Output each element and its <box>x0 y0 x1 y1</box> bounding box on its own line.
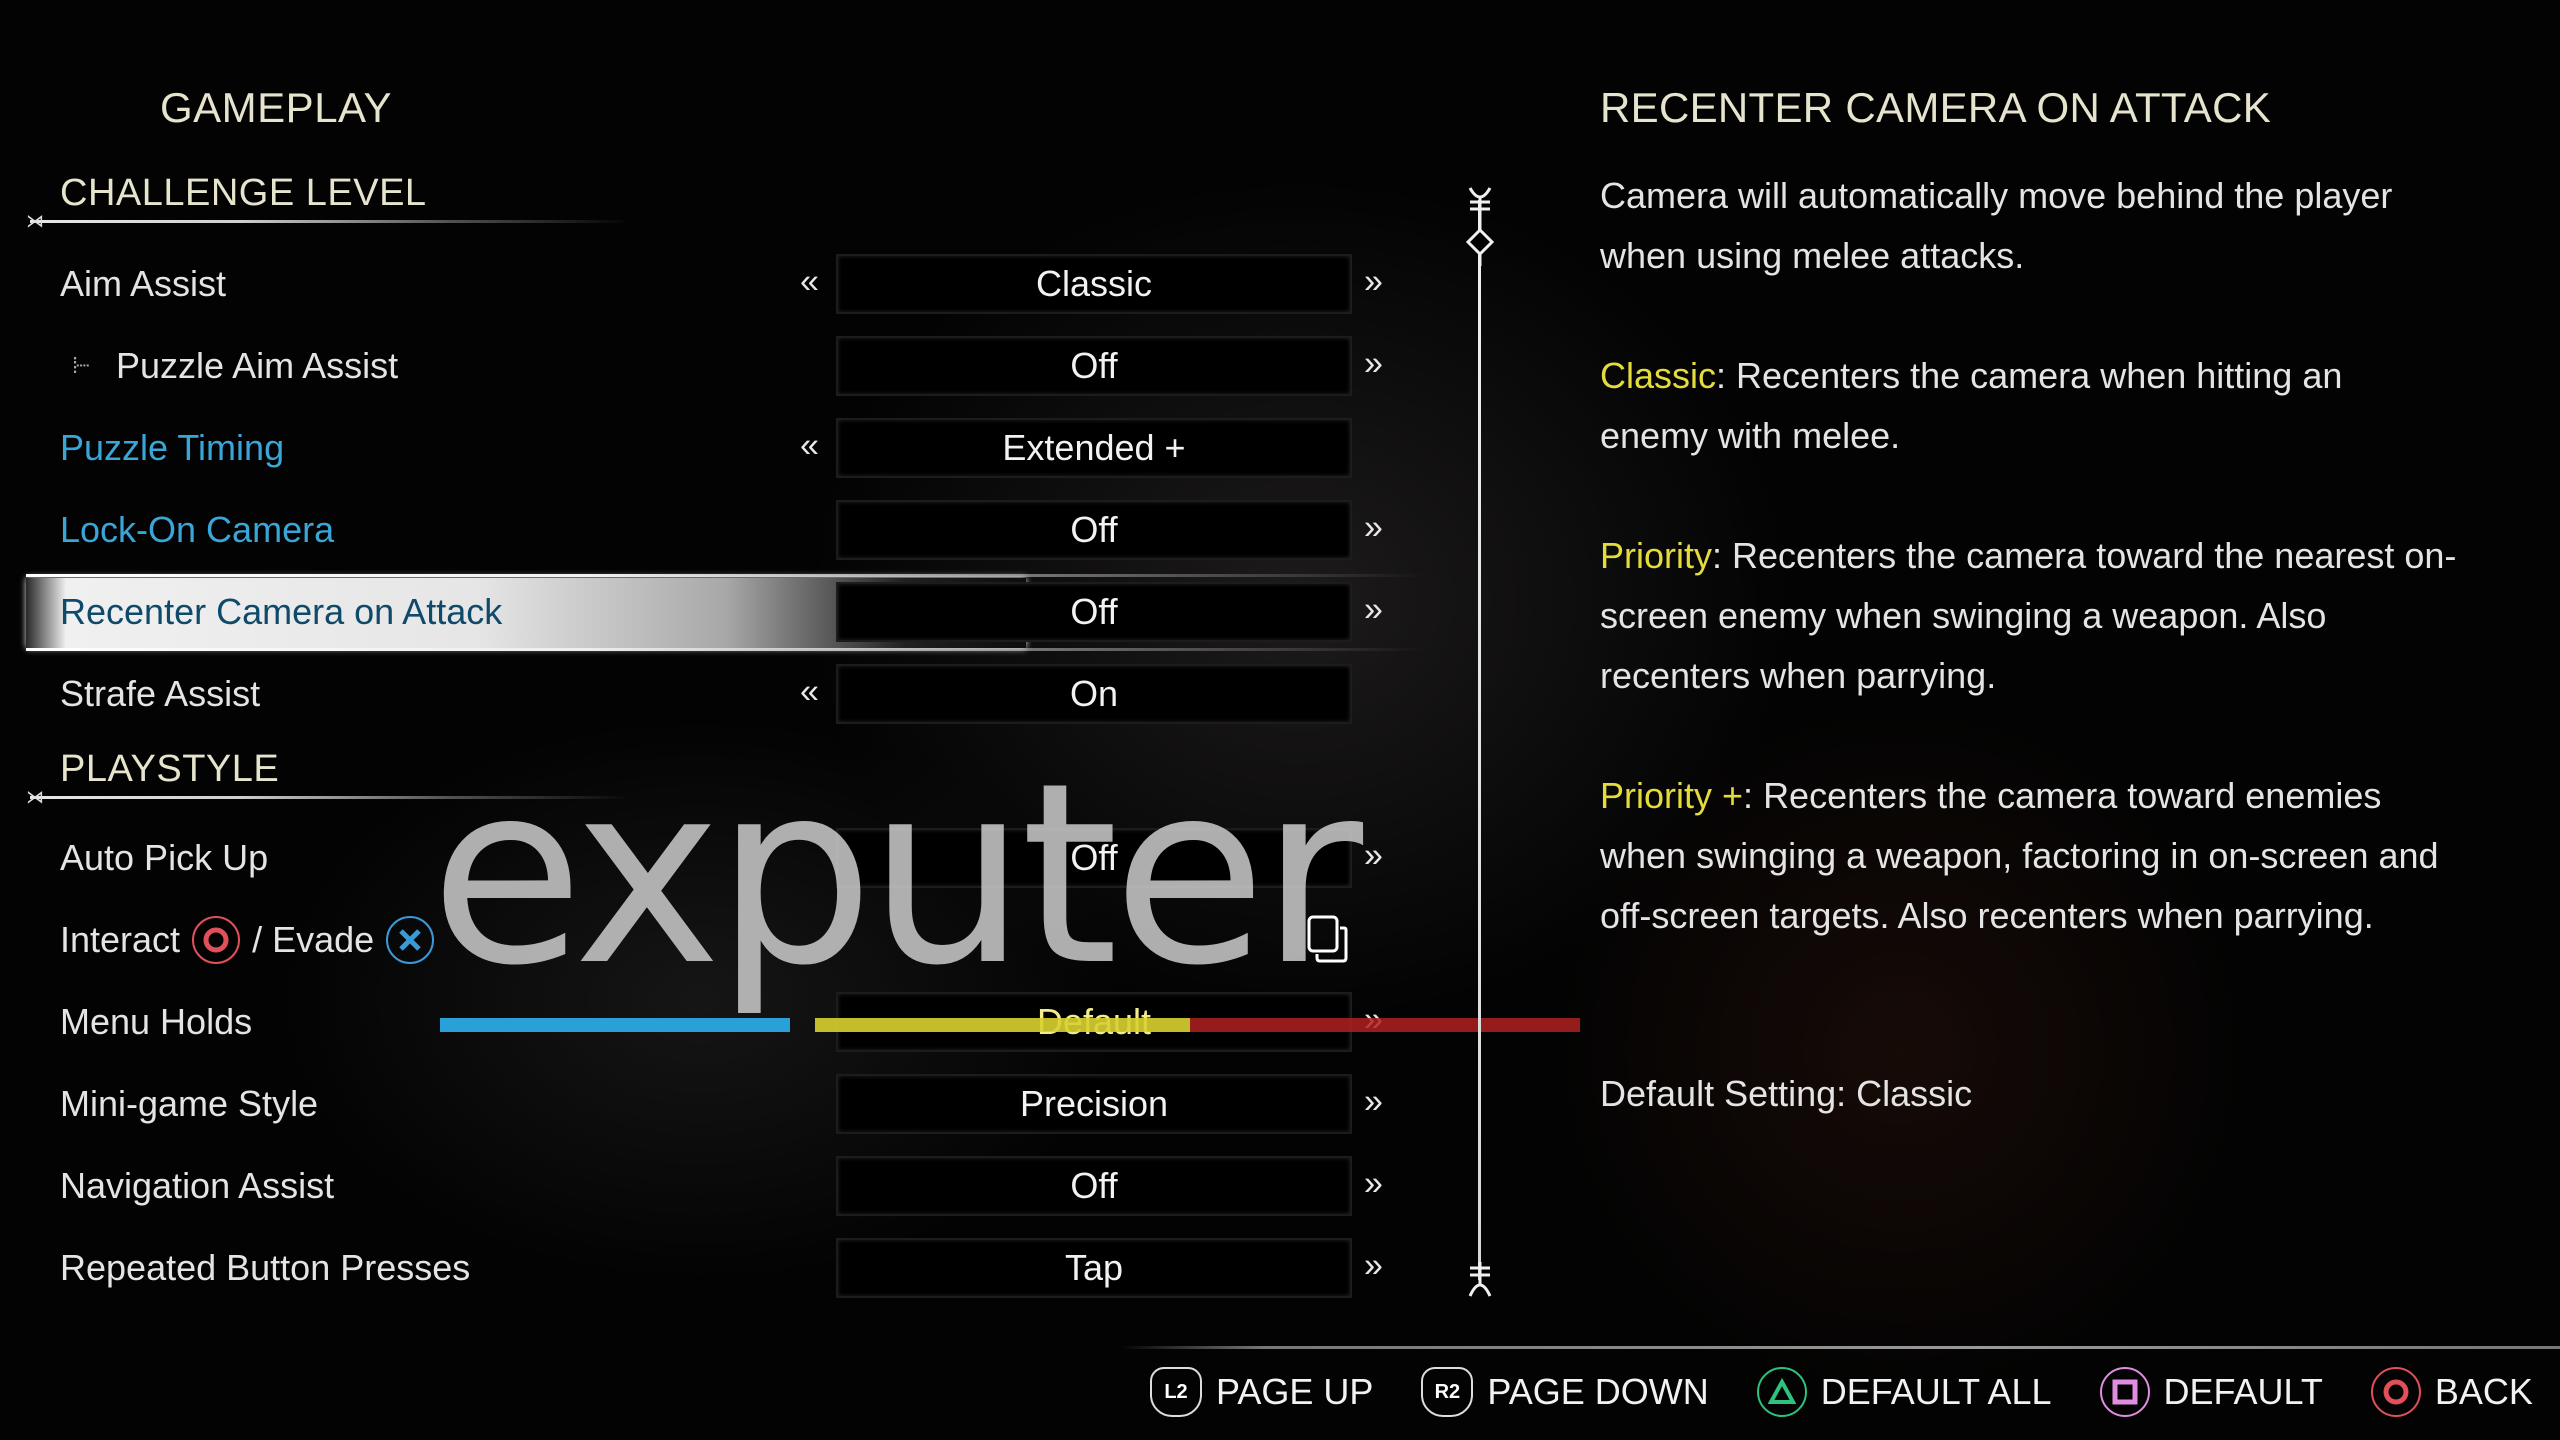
setting-label: Navigation Assist <box>60 1165 335 1206</box>
setting-row-navigation-assist[interactable]: Navigation Assist Off » <box>0 1150 1420 1222</box>
chevron-right-icon[interactable]: » <box>1364 837 1383 876</box>
setting-row-puzzle-aim-assist[interactable]: ⁞┈ Puzzle Aim Assist Off » <box>0 330 1420 402</box>
setting-label: Recenter Camera on Attack <box>60 591 503 632</box>
chevron-right-icon[interactable]: » <box>1364 1165 1383 1204</box>
footer-back[interactable]: BACK <box>2370 1367 2533 1417</box>
setting-value[interactable]: Off <box>836 582 1352 642</box>
remap-icon[interactable] <box>1306 914 1348 964</box>
setting-row-repeated-button-presses[interactable]: Repeated Button Presses Tap » <box>0 1232 1420 1304</box>
setting-value[interactable]: Off <box>836 1156 1352 1216</box>
r2-trigger-icon: R2 <box>1421 1367 1474 1417</box>
setting-row-puzzle-timing[interactable]: Puzzle Timing « Extended + <box>0 412 1420 484</box>
option-name: Classic <box>1600 355 1717 396</box>
setting-value[interactable]: Off <box>836 336 1352 396</box>
footer-divider <box>1120 1346 2560 1349</box>
chevron-right-icon[interactable]: » <box>1364 1001 1383 1040</box>
option-colon: : <box>1712 535 1733 576</box>
setting-label: Puzzle Timing <box>60 427 285 468</box>
setting-row-menu-holds[interactable]: Menu Holds Default » <box>0 986 1420 1058</box>
triangle-button-icon <box>1756 1367 1807 1417</box>
footer-button-bar: L2 PAGE UP R2 PAGE DOWN DEFAULT ALL DEFA… <box>1150 1364 2533 1420</box>
chevron-left-icon[interactable]: « <box>800 673 819 712</box>
l2-trigger-icon: L2 <box>1150 1367 1202 1417</box>
option-name: Priority <box>1600 535 1713 576</box>
setting-label: Repeated Button Presses <box>60 1247 471 1288</box>
scrollbar-end-ornament-icon <box>1468 1262 1492 1297</box>
setting-label: Menu Holds <box>60 1001 253 1042</box>
section-title-challenge-level: CHALLENGE LEVEL <box>60 172 427 214</box>
footer-label: BACK <box>2434 1371 2533 1412</box>
info-description: Camera will automatically move behind th… <box>1600 175 2393 276</box>
chevron-left-icon[interactable]: « <box>800 263 819 302</box>
chevron-right-icon[interactable]: » <box>1364 509 1383 548</box>
info-title: RECENTER CAMERA ON ATTACK <box>1600 84 2272 131</box>
setting-value[interactable]: On <box>836 664 1352 724</box>
sub-setting-icon: ⁞┈ <box>72 353 89 378</box>
footer-default[interactable]: DEFAULT <box>2099 1367 2323 1417</box>
footer-page-down[interactable]: R2 PAGE DOWN <box>1421 1367 1709 1417</box>
chevron-left-icon[interactable]: « <box>800 427 819 466</box>
interact-label: Interact <box>60 919 181 960</box>
setting-value[interactable]: Off <box>836 828 1352 888</box>
setting-row-strafe-assist[interactable]: Strafe Assist « On <box>0 658 1420 730</box>
square-button-icon <box>2099 1367 2150 1417</box>
footer-page-up[interactable]: L2 PAGE UP <box>1150 1367 1373 1417</box>
setting-value[interactable]: Extended + <box>836 418 1352 478</box>
setting-row-aim-assist[interactable]: Aim Assist « Classic » <box>0 248 1420 320</box>
setting-label: Aim Assist <box>60 263 227 304</box>
setting-row-lock-on-camera[interactable]: Lock-On Camera Off » <box>0 494 1420 566</box>
option-name: Priority + <box>1600 775 1744 816</box>
footer-default-all[interactable]: DEFAULT ALL <box>1756 1367 2052 1417</box>
divider-ornament-icon: ⋊ <box>26 787 44 807</box>
scrollbar-thumb[interactable] <box>1462 186 1498 266</box>
setting-value[interactable]: Classic <box>836 254 1352 314</box>
setting-label: Puzzle Aim Assist <box>116 345 399 386</box>
setting-value[interactable]: Precision <box>836 1074 1352 1134</box>
setting-row-interact-evade[interactable]: Interact / Evade <box>0 904 1420 976</box>
setting-label: Strafe Assist <box>60 673 261 714</box>
footer-label: DEFAULT <box>2163 1371 2323 1412</box>
evade-label: / Evade <box>252 919 375 960</box>
info-option-priority-plus: Priority +: Recenters the camera toward … <box>1600 766 2460 946</box>
chevron-right-icon[interactable]: » <box>1364 1247 1383 1286</box>
setting-row-mini-game-style[interactable]: Mini-game Style Precision » <box>0 1068 1420 1140</box>
option-colon: : <box>1716 355 1737 396</box>
setting-value[interactable]: Default <box>836 992 1352 1052</box>
divider-ornament-icon: ⋊ <box>26 211 44 231</box>
footer-label: DEFAULT ALL <box>1820 1371 2052 1412</box>
footer-label: PAGE UP <box>1216 1371 1374 1412</box>
setting-label: Lock-On Camera <box>60 509 335 550</box>
scrollbar-track[interactable] <box>1478 200 1481 1280</box>
chevron-right-icon[interactable]: » <box>1364 345 1383 384</box>
chevron-right-icon[interactable]: » <box>1364 591 1383 630</box>
setting-value[interactable]: Off <box>836 500 1352 560</box>
section-divider: ⋊ <box>26 211 630 231</box>
circle-button-icon <box>2370 1367 2421 1417</box>
info-option-classic: Classic: Recenters the camera when hitti… <box>1600 346 2460 466</box>
info-default-setting: Default Setting: Classic <box>1600 1073 1973 1114</box>
selection-highlight-bottom <box>26 648 1426 651</box>
option-colon: : <box>1743 775 1764 816</box>
setting-row-recenter-camera-on-attack[interactable]: Recenter Camera on Attack Off » <box>0 574 1426 651</box>
setting-label: Mini-game Style <box>60 1083 319 1124</box>
footer-label: PAGE DOWN <box>1487 1371 1709 1412</box>
page-title: GAMEPLAY <box>160 84 392 131</box>
circle-button-icon <box>192 916 241 964</box>
section-title-playstyle: PLAYSTYLE <box>60 748 280 790</box>
cross-button-icon <box>386 916 435 964</box>
chevron-right-icon[interactable]: » <box>1364 263 1383 302</box>
section-divider: ⋊ <box>26 787 630 807</box>
setting-value[interactable]: Tap <box>836 1238 1352 1298</box>
selection-highlight-top <box>26 574 1426 577</box>
info-option-priority: Priority: Recenters the camera toward th… <box>1600 526 2460 706</box>
setting-label: Interact / Evade <box>60 916 435 964</box>
chevron-right-icon[interactable]: » <box>1364 1083 1383 1122</box>
setting-label: Auto Pick Up <box>60 837 269 878</box>
setting-row-auto-pick-up[interactable]: Auto Pick Up Off » <box>0 822 1420 894</box>
